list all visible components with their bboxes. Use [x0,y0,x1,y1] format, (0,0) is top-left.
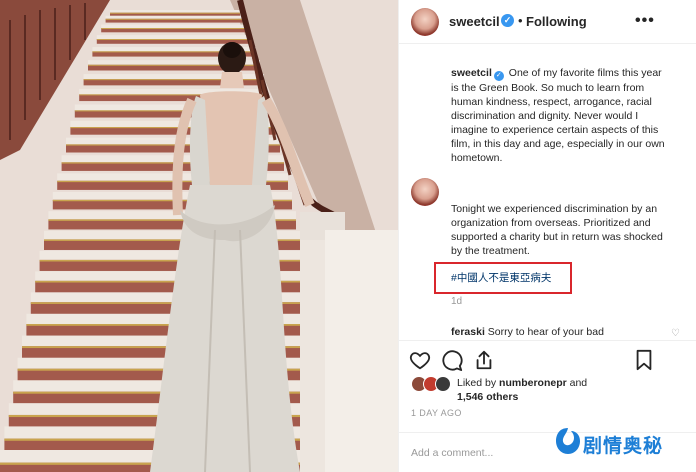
separator-dot: • [518,13,523,28]
comments-section: sweetcil ✓ One of my favorite films this … [399,44,696,340]
caption-text: sweetcil ✓ One of my favorite films this … [451,66,671,165]
post-date: 1 DAY AGO [411,408,462,418]
likes-count[interactable]: 1,546 others [457,391,518,403]
comment-item: feraski Sorry to hear of your bad [451,326,604,338]
post-header: sweetcil ✓ • Following ••• [399,0,696,44]
likes-user[interactable]: numberonepr [499,377,567,389]
comment-icon[interactable] [441,349,463,371]
comment-text: Sorry to hear of your bad [484,326,604,338]
post-panel: sweetcil ✓ • Following ••• sweetcil ✓ One… [398,0,696,472]
highlight-box [434,262,572,294]
likes-text: Liked by numberonepr and 1,546 others [457,376,587,404]
share-icon[interactable] [473,349,495,371]
more-icon[interactable]: ••• [635,12,655,30]
heart-icon[interactable] [409,349,431,371]
action-bar [399,340,696,376]
liker-avatar [435,376,451,392]
caption-body-2: Tonight we experienced discrimination by… [451,203,663,257]
comment-username[interactable]: feraski [451,326,485,338]
watermark-text: 剧情奥秘 [583,435,664,457]
add-comment-input[interactable]: Add a comment... [411,447,493,459]
avatar[interactable] [411,8,439,36]
staircase-photo [0,0,398,472]
watermark-logo-icon [556,428,580,454]
caption-body-1: One of my favorite films this year is th… [451,67,665,164]
likes-row: Liked by numberonepr and 1,546 others [399,374,696,404]
avatar[interactable] [411,178,439,206]
bookmark-icon[interactable] [633,349,655,371]
comment-heart-icon[interactable]: ♡ [671,328,680,339]
verified-badge-icon: ✓ [493,71,504,81]
post-photo[interactable] [0,0,398,472]
caption-time: 1d [451,296,463,307]
header-username[interactable]: sweetcil [449,14,500,29]
caption-username[interactable]: sweetcil [451,67,492,79]
likes-prefix: Liked by [457,377,500,389]
likes-middle: and [566,377,588,389]
following-button[interactable]: Following [526,14,587,29]
verified-badge-icon: ✓ [501,14,514,27]
